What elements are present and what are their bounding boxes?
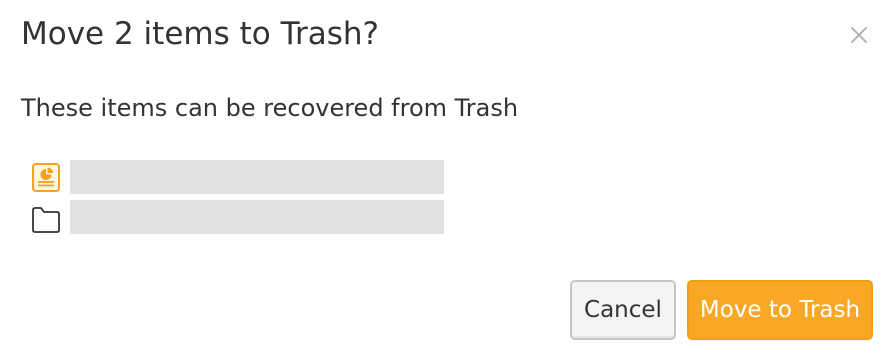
close-icon xyxy=(846,22,872,48)
item-name-placeholder xyxy=(70,200,444,234)
folder-icon xyxy=(30,202,62,234)
list-item xyxy=(30,200,450,234)
list-item xyxy=(30,160,450,194)
move-to-trash-dialog: Move 2 items to Trash? These items can b… xyxy=(0,0,894,362)
dialog-title: Move 2 items to Trash? xyxy=(21,16,379,52)
dialog-description: These items can be recovered from Trash xyxy=(21,94,519,122)
cancel-button[interactable]: Cancel xyxy=(570,280,676,340)
presentation-chart-icon xyxy=(30,162,62,194)
move-to-trash-button[interactable]: Move to Trash xyxy=(687,280,873,340)
item-name-placeholder xyxy=(70,160,444,194)
close-button[interactable] xyxy=(846,22,872,48)
